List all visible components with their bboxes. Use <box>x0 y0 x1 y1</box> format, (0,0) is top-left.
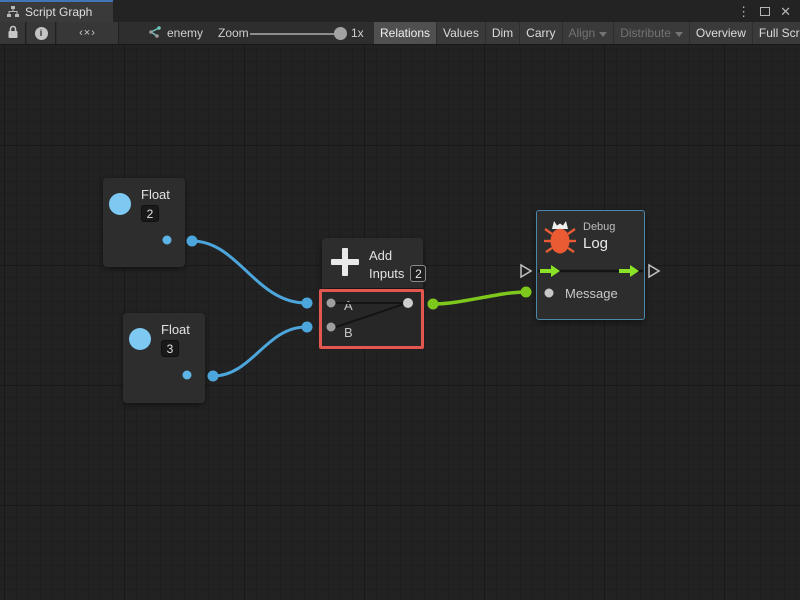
port-a-label: A <box>344 298 353 313</box>
port-row-b[interactable]: B <box>322 319 421 346</box>
carry-button[interactable]: Carry <box>520 22 561 44</box>
full-screen-button[interactable]: Full Screen <box>753 22 800 44</box>
flow-output-triangle-icon <box>649 265 659 277</box>
menu-icon[interactable]: ⋮ <box>737 5 750 18</box>
node-add[interactable]: Add Inputs 2 <box>322 238 423 288</box>
zoom-slider-track[interactable] <box>250 33 342 35</box>
graph-canvas[interactable]: Float 2 Float 3 Add Inputs 2 <box>0 45 800 600</box>
wire-add-to-debug <box>433 292 526 304</box>
node-title: Float <box>161 322 190 337</box>
inputs-count-field[interactable]: 2 <box>410 265 426 282</box>
node-title: Log <box>583 235 608 252</box>
node-float-2[interactable]: Float 3 <box>123 313 205 403</box>
wire-float2-to-add-b <box>213 327 306 376</box>
node-category: Debug <box>583 221 615 233</box>
script-graph-icon <box>7 6 19 18</box>
lock-button[interactable] <box>0 22 26 44</box>
port-row-a[interactable]: A <box>322 292 421 319</box>
port-b-label: B <box>344 325 353 340</box>
lock-icon <box>7 25 19 42</box>
float-1-value-port[interactable] <box>109 193 131 215</box>
chevron-down-icon <box>599 32 607 37</box>
unity-visual-scripting-window: Script Graph ⋮ ✕ i ‹×› enemy Zoom <box>0 0 800 600</box>
node-title: Add <box>369 248 426 263</box>
float-1-value-field[interactable]: 2 <box>141 205 159 222</box>
values-button[interactable]: Values <box>437 22 485 44</box>
zoom-value: 1x <box>351 26 364 40</box>
titlebar: Script Graph ⋮ ✕ <box>0 0 800 22</box>
zoom-label: Zoom <box>218 26 249 40</box>
flow-input-triangle-icon <box>521 265 531 277</box>
distribute-dropdown[interactable]: Distribute <box>614 22 689 44</box>
graph-name-label: enemy <box>167 26 203 40</box>
node-debug-log[interactable]: Debug Log Message <box>536 210 645 320</box>
overview-button[interactable]: Overview <box>690 22 752 44</box>
graph-name-button[interactable]: enemy <box>137 22 213 44</box>
node-title: Float <box>141 187 170 202</box>
message-port-label: Message <box>565 286 618 301</box>
graph-toolbar: i ‹×› enemy Zoom 1x Relations Values Dim… <box>0 22 800 45</box>
add-ports-highlight[interactable]: A B <box>319 289 424 349</box>
float-2-value-field[interactable]: 3 <box>161 340 179 357</box>
tab-title: Script Graph <box>25 5 92 19</box>
toolbar-button-group: Relations Values Dim Carry Align Distrib… <box>374 22 800 44</box>
info-button[interactable]: i <box>27 22 56 44</box>
code-view-icon: ‹×› <box>79 27 96 39</box>
relations-button[interactable]: Relations <box>374 22 436 44</box>
chevron-down-icon <box>675 32 683 37</box>
window-controls: ⋮ ✕ <box>737 0 800 22</box>
float-2-value-port[interactable] <box>129 328 151 350</box>
dim-button[interactable]: Dim <box>486 22 519 44</box>
info-icon: i <box>35 27 48 40</box>
inputs-label: Inputs <box>369 266 404 281</box>
tab-script-graph[interactable]: Script Graph <box>0 0 113 22</box>
close-icon[interactable]: ✕ <box>780 5 791 18</box>
plus-icon <box>331 248 359 276</box>
graph-reference-icon <box>147 26 161 41</box>
wire-float1-to-add-a <box>192 241 306 303</box>
bug-icon <box>544 218 576 261</box>
zoom-slider-handle[interactable] <box>334 27 347 40</box>
code-view-button[interactable]: ‹×› <box>57 22 119 44</box>
node-float-1[interactable]: Float 2 <box>103 178 185 267</box>
align-dropdown[interactable]: Align <box>563 22 614 44</box>
maximize-icon[interactable] <box>760 7 770 16</box>
